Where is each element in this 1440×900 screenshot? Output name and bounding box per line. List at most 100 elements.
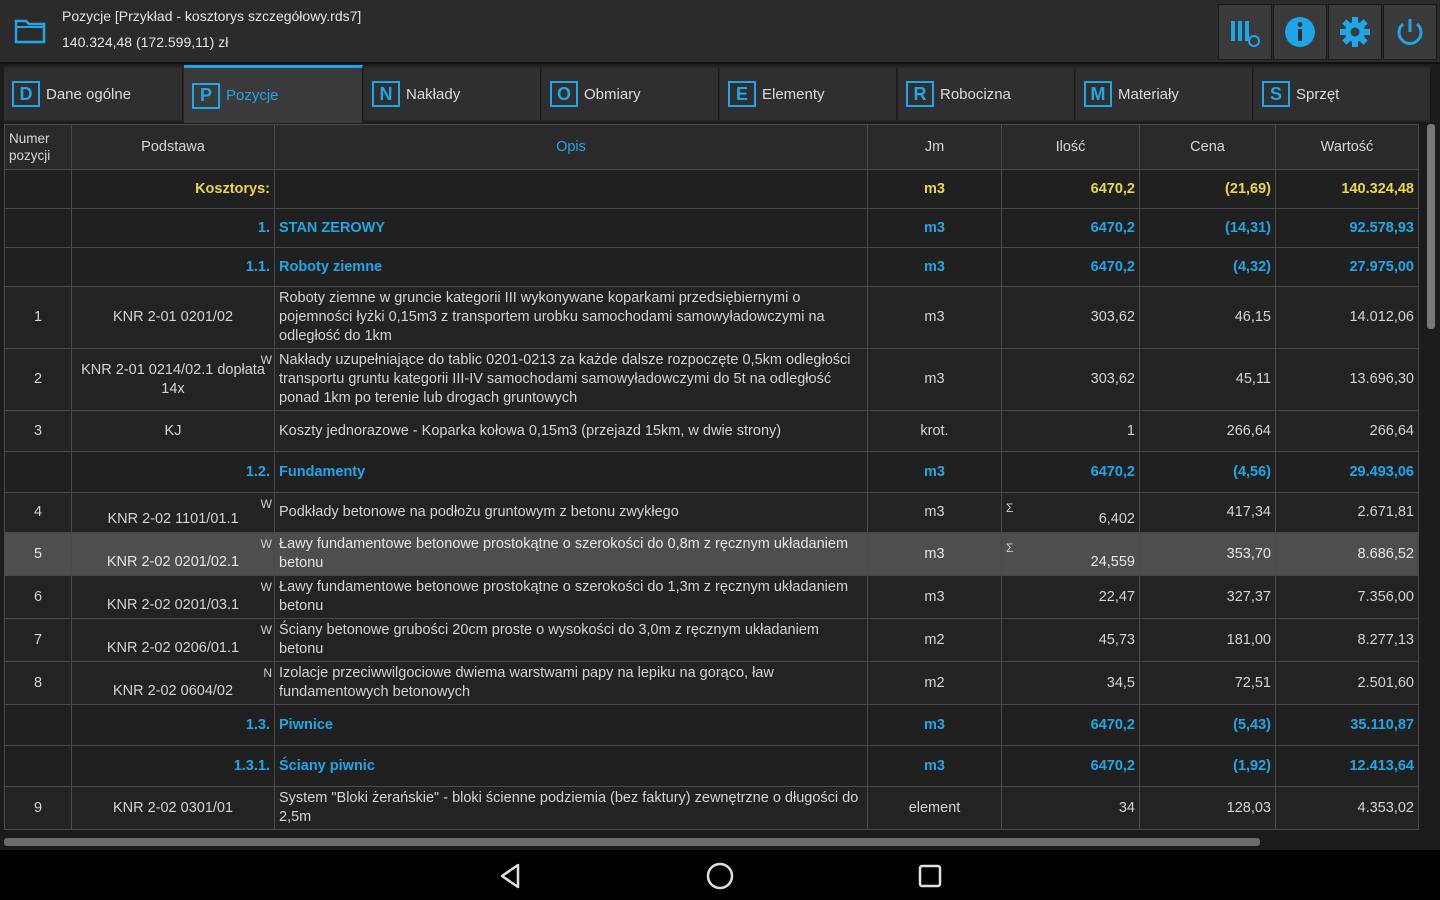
tab-pozycje[interactable]: P Pozycje: [184, 65, 363, 123]
positions-table: Numer pozycji Podstawa Opis Jm Ilość Cen…: [4, 124, 1426, 836]
cell-numer: 9: [4, 786, 72, 830]
column-header-cena[interactable]: Cena: [1139, 124, 1276, 170]
nav-back-button[interactable]: [490, 860, 530, 892]
tab-key-badge: D: [12, 81, 40, 107]
cell-podstawa: KNR 2-02 0604/02 N: [71, 661, 275, 705]
table-row-section[interactable]: 1. STAN ZEROWY m3 6470,2 (14,31) 92.578,…: [4, 208, 1419, 248]
cell-jm: m3: [867, 532, 1002, 576]
settings-button[interactable]: [1328, 4, 1382, 60]
tab-robocizna[interactable]: R Robocizna: [898, 68, 1075, 120]
table-row-section[interactable]: 1.3. Piwnice m3 6470,2 (5,43) 35.110,87: [4, 704, 1419, 746]
horizontal-scrollbar[interactable]: [4, 838, 1260, 846]
cell-opis: Izolacje przeciwwilgociowe dwiema warstw…: [274, 661, 868, 705]
column-header-podstawa[interactable]: Podstawa: [71, 124, 275, 170]
cell-numer: [4, 208, 72, 248]
table-row[interactable]: 3 KJ Koszty jednorazowe - Koparka kołowa…: [4, 410, 1419, 452]
tab-label: Nakłady: [406, 85, 461, 103]
cell-numer: 2: [4, 348, 72, 411]
open-file-button[interactable]: [6, 6, 54, 56]
table-row[interactable]: 8 KNR 2-02 0604/02 N Izolacje przeciwwilg…: [4, 661, 1419, 705]
table-row-section[interactable]: 1.2. Fundamenty m3 6470,2 (4,56) 29.493,…: [4, 451, 1419, 493]
table-row[interactable]: 7 KNR 2-02 0206/01.1 W Ściany betonowe gr…: [4, 618, 1419, 662]
cell-wartosc: 29.493,06: [1275, 451, 1419, 493]
cell-opis: Fundamenty: [274, 451, 868, 493]
power-icon: [1397, 19, 1423, 45]
cell-ilosc: 6470,2: [1001, 247, 1140, 287]
tab-dane-ogolne[interactable]: D Dane ogólne: [4, 68, 183, 120]
cell-opis: Roboty ziemne: [274, 247, 868, 287]
cell-podstawa: 1.3.1.: [71, 745, 275, 787]
tab-label: Elementy: [762, 85, 825, 103]
cell-opis: STAN ZEROWY: [274, 208, 868, 248]
cell-cena: (4,56): [1139, 451, 1276, 493]
cell-podstawa: KJ: [71, 410, 275, 452]
power-button[interactable]: [1383, 4, 1437, 60]
cell-wartosc: 12.413,64: [1275, 745, 1419, 787]
tab-naklady[interactable]: N Nakłady: [364, 68, 541, 120]
nav-recents-button[interactable]: [910, 860, 950, 892]
column-header-wartosc[interactable]: Wartość: [1275, 124, 1419, 170]
row-flag: W: [260, 580, 272, 594]
table-row-section[interactable]: 1.3.1. Ściany piwnic m3 6470,2 (1,92) 12…: [4, 745, 1419, 787]
tab-obmiary[interactable]: O Obmiary: [542, 68, 719, 120]
cell-jm: element: [867, 786, 1002, 830]
cell-ilosc: 303,62: [1001, 348, 1140, 411]
tab-sprzet[interactable]: S Sprzęt: [1254, 68, 1431, 120]
cell-podstawa: KNR 2-02 0201/03.1 W: [71, 575, 275, 619]
cell-cena: 45,11: [1139, 348, 1276, 411]
back-triangle-icon: [500, 863, 520, 889]
table-header-row: Numer pozycji Podstawa Opis Jm Ilość Cen…: [4, 124, 1419, 170]
cell-podstawa: 1.: [71, 208, 275, 248]
tab-label: Dane ogólne: [46, 85, 132, 103]
cell-ilosc: Σ 24,559: [1001, 532, 1140, 576]
cell-opis: Ławy fundamentowe betonowe prostokątne o…: [274, 532, 868, 576]
podstawa-text: KNR 2-01 0214/02.1 dopłata 14x: [81, 361, 265, 397]
tab-label: Pozycje: [226, 87, 279, 104]
table-row-section[interactable]: 1.1. Roboty ziemne m3 6470,2 (4,32) 27.9…: [4, 247, 1419, 287]
tab-key-badge: N: [372, 81, 400, 107]
nav-home-button[interactable]: [700, 860, 740, 892]
cell-podstawa: 1.1.: [71, 247, 275, 287]
sum-sigma: Σ: [1006, 501, 1014, 515]
table-row-selected[interactable]: 5 KNR 2-02 0201/02.1 W Ławy fundamentowe …: [4, 532, 1419, 576]
cell-wartosc: 13.696,30: [1275, 348, 1419, 411]
cell-ilosc: 6470,2: [1001, 169, 1140, 209]
table-row[interactable]: 9 KNR 2-02 0301/01 System "Bloki żerańsk…: [4, 786, 1419, 830]
table-row[interactable]: 2 KNR 2-01 0214/02.1 dopłata 14x W Nakład…: [4, 348, 1419, 411]
info-button[interactable]: [1273, 4, 1327, 60]
cell-wartosc: 35.110,87: [1275, 704, 1419, 746]
cell-jm: m3: [867, 451, 1002, 493]
tab-label: Materiały: [1118, 85, 1179, 103]
cell-wartosc: 266,64: [1275, 410, 1419, 452]
cell-ilosc: 34,5: [1001, 661, 1140, 705]
cell-jm: m3: [867, 208, 1002, 248]
cell-ilosc: 1: [1001, 410, 1140, 452]
tab-materialy[interactable]: M Materiały: [1076, 68, 1253, 120]
cell-ilosc: 6470,2: [1001, 745, 1140, 787]
cell-numer: 7: [4, 618, 72, 662]
cell-numer: 5: [4, 532, 72, 576]
column-header-ilosc[interactable]: Ilość: [1001, 124, 1140, 170]
cell-ilosc: 6470,2: [1001, 451, 1140, 493]
cell-wartosc: 7.356,00: [1275, 575, 1419, 619]
tab-elementy[interactable]: E Elementy: [720, 68, 897, 120]
column-header-jm[interactable]: Jm: [867, 124, 1002, 170]
cell-ilosc: Σ 6,402: [1001, 492, 1140, 533]
recents-square-icon: [918, 864, 942, 888]
cell-wartosc: 4.353,02: [1275, 786, 1419, 830]
vertical-scrollbar[interactable]: [1427, 124, 1435, 329]
column-header-numer[interactable]: Numer pozycji: [4, 124, 72, 170]
table-row-summary[interactable]: Kosztorys: m3 6470,2 (21,69) 140.324,48: [4, 169, 1419, 209]
table-row[interactable]: 4 KNR 2-02 1101/01.1 W Podkłady betonowe …: [4, 492, 1419, 533]
table-row[interactable]: 1 KNR 2-01 0201/02 Roboty ziemne w grunc…: [4, 286, 1419, 349]
column-header-opis[interactable]: Opis: [274, 124, 868, 170]
cell-opis: Piwnice: [274, 704, 868, 746]
table-row[interactable]: 6 KNR 2-02 0201/03.1 W Ławy fundamentowe …: [4, 575, 1419, 619]
row-flag: W: [260, 353, 272, 367]
cell-opis: [274, 169, 868, 209]
cell-wartosc: 2.671,81: [1275, 492, 1419, 533]
tab-label: Obmiary: [584, 85, 641, 103]
cell-jm: m3: [867, 704, 1002, 746]
columns-settings-button[interactable]: [1218, 4, 1272, 60]
cell-jm: m3: [867, 745, 1002, 787]
